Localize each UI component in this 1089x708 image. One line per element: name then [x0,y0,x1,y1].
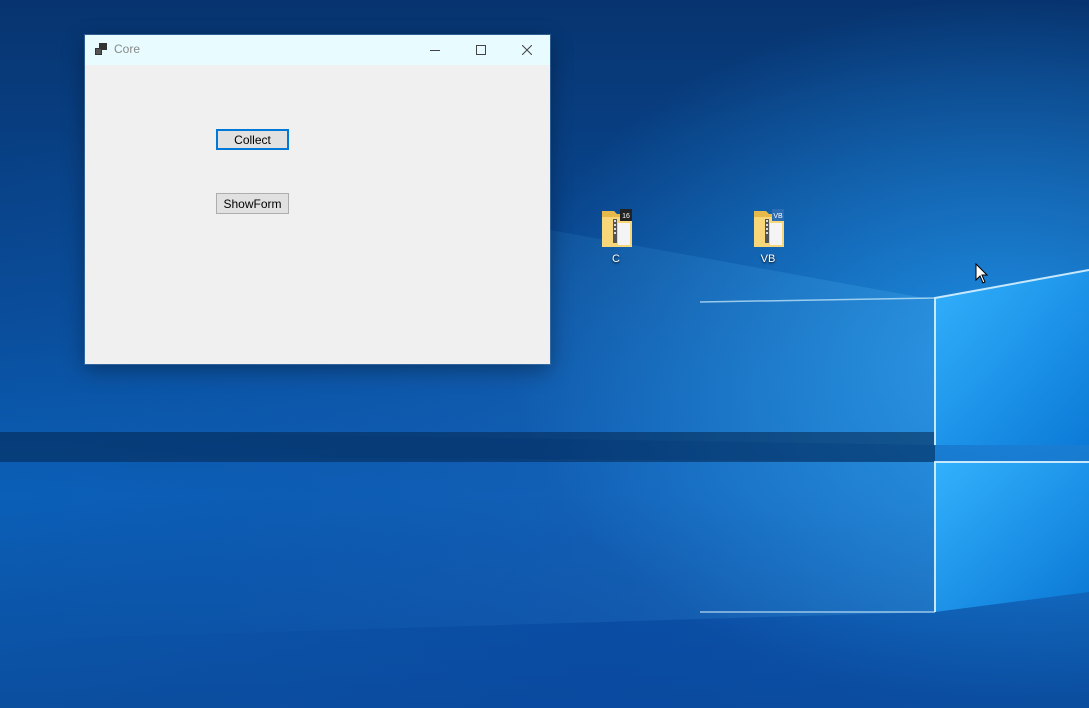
desktop-icon-label: C [612,253,620,265]
folder-zip-icon: 16 [602,209,632,247]
desktop-icon-label: VB [760,253,776,265]
core-window: Core Collect ShowForm [85,35,550,364]
desktop-icon-c[interactable]: 16 C [586,207,646,271]
minimize-icon [430,50,440,51]
collect-button[interactable]: Collect [216,129,289,150]
minimize-button[interactable] [412,35,458,65]
svg-text:VB: VB [773,213,783,220]
window-title: Core [114,42,141,56]
maximize-button[interactable] [458,35,504,65]
desktop-icon-vb[interactable]: VB VB [738,207,798,271]
show-form-button[interactable]: ShowForm [216,193,289,214]
close-button[interactable] [504,35,550,65]
title-bar[interactable]: Core [85,35,550,65]
svg-text:16: 16 [622,213,630,220]
maximize-icon [476,45,486,55]
close-icon [522,45,532,55]
folder-zip-icon: VB [754,209,784,247]
app-icon [95,43,107,55]
mouse-cursor-icon [975,263,989,284]
